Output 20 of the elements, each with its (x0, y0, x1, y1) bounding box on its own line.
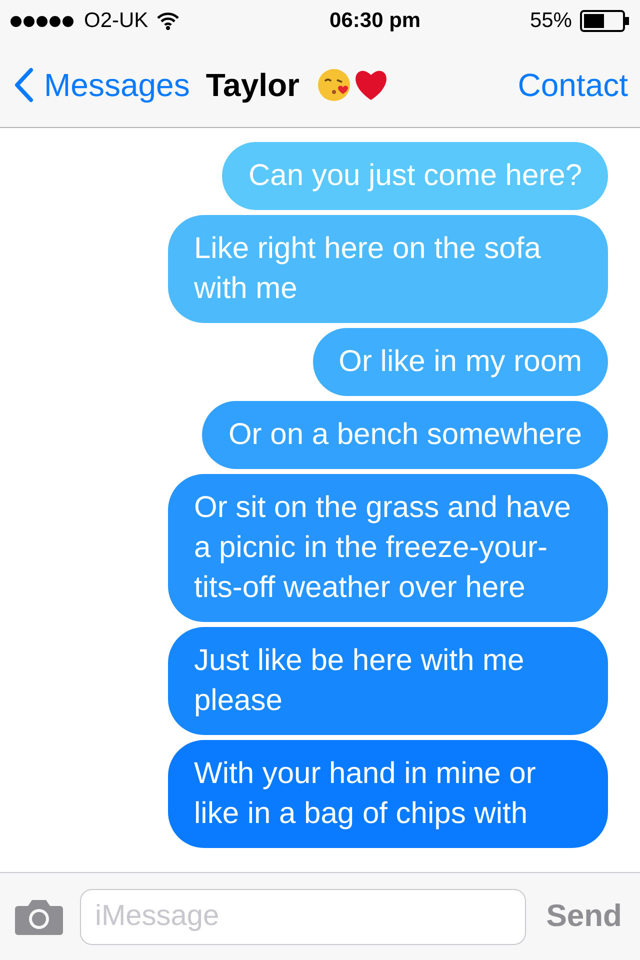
battery-icon (580, 10, 630, 32)
message-bubble: Or like in my room (312, 328, 608, 396)
message-bubble: Or sit on the grass and have a picnic in the freeze-your-tits-off weather over here (168, 474, 608, 622)
message-bubble: Can you just come here? (222, 142, 608, 210)
wifi-icon (156, 12, 180, 30)
kissing-face-icon (316, 66, 352, 102)
contact-title: Taylor (206, 66, 300, 105)
battery-percent: 55% (530, 8, 572, 34)
message-bubble: Just like be here with me please (168, 627, 608, 735)
message-field[interactable]: iMessage (80, 888, 526, 944)
message-bubble: Or on a bench somewhere (202, 401, 608, 469)
clock-time: 06:30 pm (330, 8, 421, 34)
back-button[interactable]: Messages (14, 60, 190, 108)
camera-icon[interactable] (14, 898, 64, 936)
chevron-icon (14, 66, 34, 102)
message-bubble: Like right here on the sofa with me (168, 215, 608, 323)
carrier-name: O2-UK (84, 8, 148, 34)
signal-icon (10, 14, 76, 28)
contact-button[interactable]: Contact (518, 60, 628, 108)
message-bubble: With your hand in mine or like in a bag of chips with (168, 740, 608, 848)
